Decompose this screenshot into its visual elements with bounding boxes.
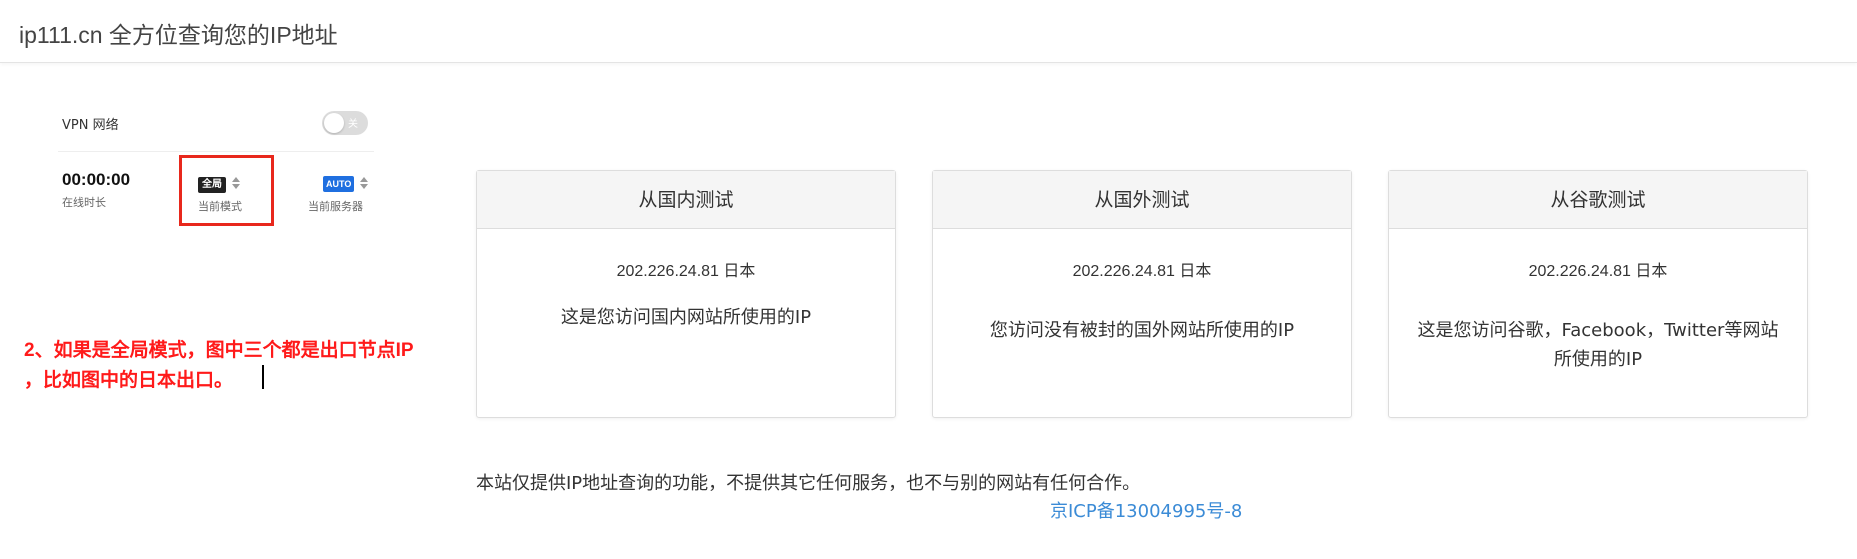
toggle-knob: [324, 113, 344, 133]
timer-label: 在线时长: [62, 196, 106, 209]
vpn-toggle[interactable]: 关: [322, 111, 368, 135]
vpn-row: VPN 网络 关: [58, 100, 374, 152]
sort-updown-icon: [232, 176, 240, 190]
annotation-line-1: 2、如果是全局模式，图中三个都是出口节点IP: [24, 340, 414, 361]
server-chip: AUTO: [323, 176, 355, 192]
card-title: 从国内测试: [477, 171, 895, 229]
mode-selector[interactable]: 全局: [198, 172, 240, 193]
card-description: 这是您访问谷歌，Facebook，Twitter等网站所使用的IP: [1417, 320, 1779, 370]
card-description: 您访问没有被封的国外网站所使用的IP: [989, 320, 1295, 341]
top-bar: ip111.cn 全方位查询您的IP地址: [0, 0, 1857, 63]
toggle-state-text: 关: [348, 119, 358, 130]
card-description: 这是您访问国内网站所使用的IP: [560, 307, 812, 328]
google-test-card: 从谷歌测试 202.226.24.81 日本 这是您访问谷歌，Facebook，…: [1388, 170, 1808, 418]
domestic-test-card: 从国内测试 202.226.24.81 日本 这是您访问国内网站所使用的IP: [476, 170, 896, 418]
vpn-panel: VPN 网络 关 00:00:00 在线时长 全局 当前模式 AUTO 当前服务…: [58, 100, 374, 240]
card-title: 从谷歌测试: [1389, 171, 1807, 229]
card-ip: 202.226.24.81 日本: [616, 263, 756, 280]
footer-notice: 本站仅提供IP地址查询的功能，不提供其它任何服务，也不与别的网站有任何合作。: [476, 473, 1141, 494]
server-label: 当前服务器: [308, 200, 363, 213]
foreign-test-card: 从国外测试 202.226.24.81 日本 您访问没有被封的国外网站所使用的I…: [932, 170, 1352, 418]
annotation-line-2: ，比如图中的日本出口。: [24, 370, 234, 391]
card-ip: 202.226.24.81 日本: [1528, 263, 1668, 280]
card-title: 从国外测试: [933, 171, 1351, 229]
annotation-note: 2、如果是全局模式，图中三个都是出口节点IP ，比如图中的日本出口。: [24, 336, 474, 396]
icp-license-link[interactable]: 京ICP备13004995号-8: [1050, 497, 1242, 523]
timer-value: 00:00:00: [62, 170, 131, 189]
site-title: ip111.cn 全方位查询您的IP地址: [19, 22, 338, 48]
mode-label: 当前模式: [198, 200, 242, 213]
server-selector[interactable]: AUTO: [323, 172, 369, 192]
mode-chip: 全局: [198, 177, 226, 193]
card-ip: 202.226.24.81 日本: [1072, 263, 1212, 280]
text-caret: [262, 365, 264, 389]
online-duration: 00:00:00 在线时长: [62, 170, 130, 210]
sort-updown-icon: [360, 176, 369, 190]
mode-highlight-box: [179, 155, 274, 226]
vpn-label: VPN 网络: [62, 118, 119, 133]
